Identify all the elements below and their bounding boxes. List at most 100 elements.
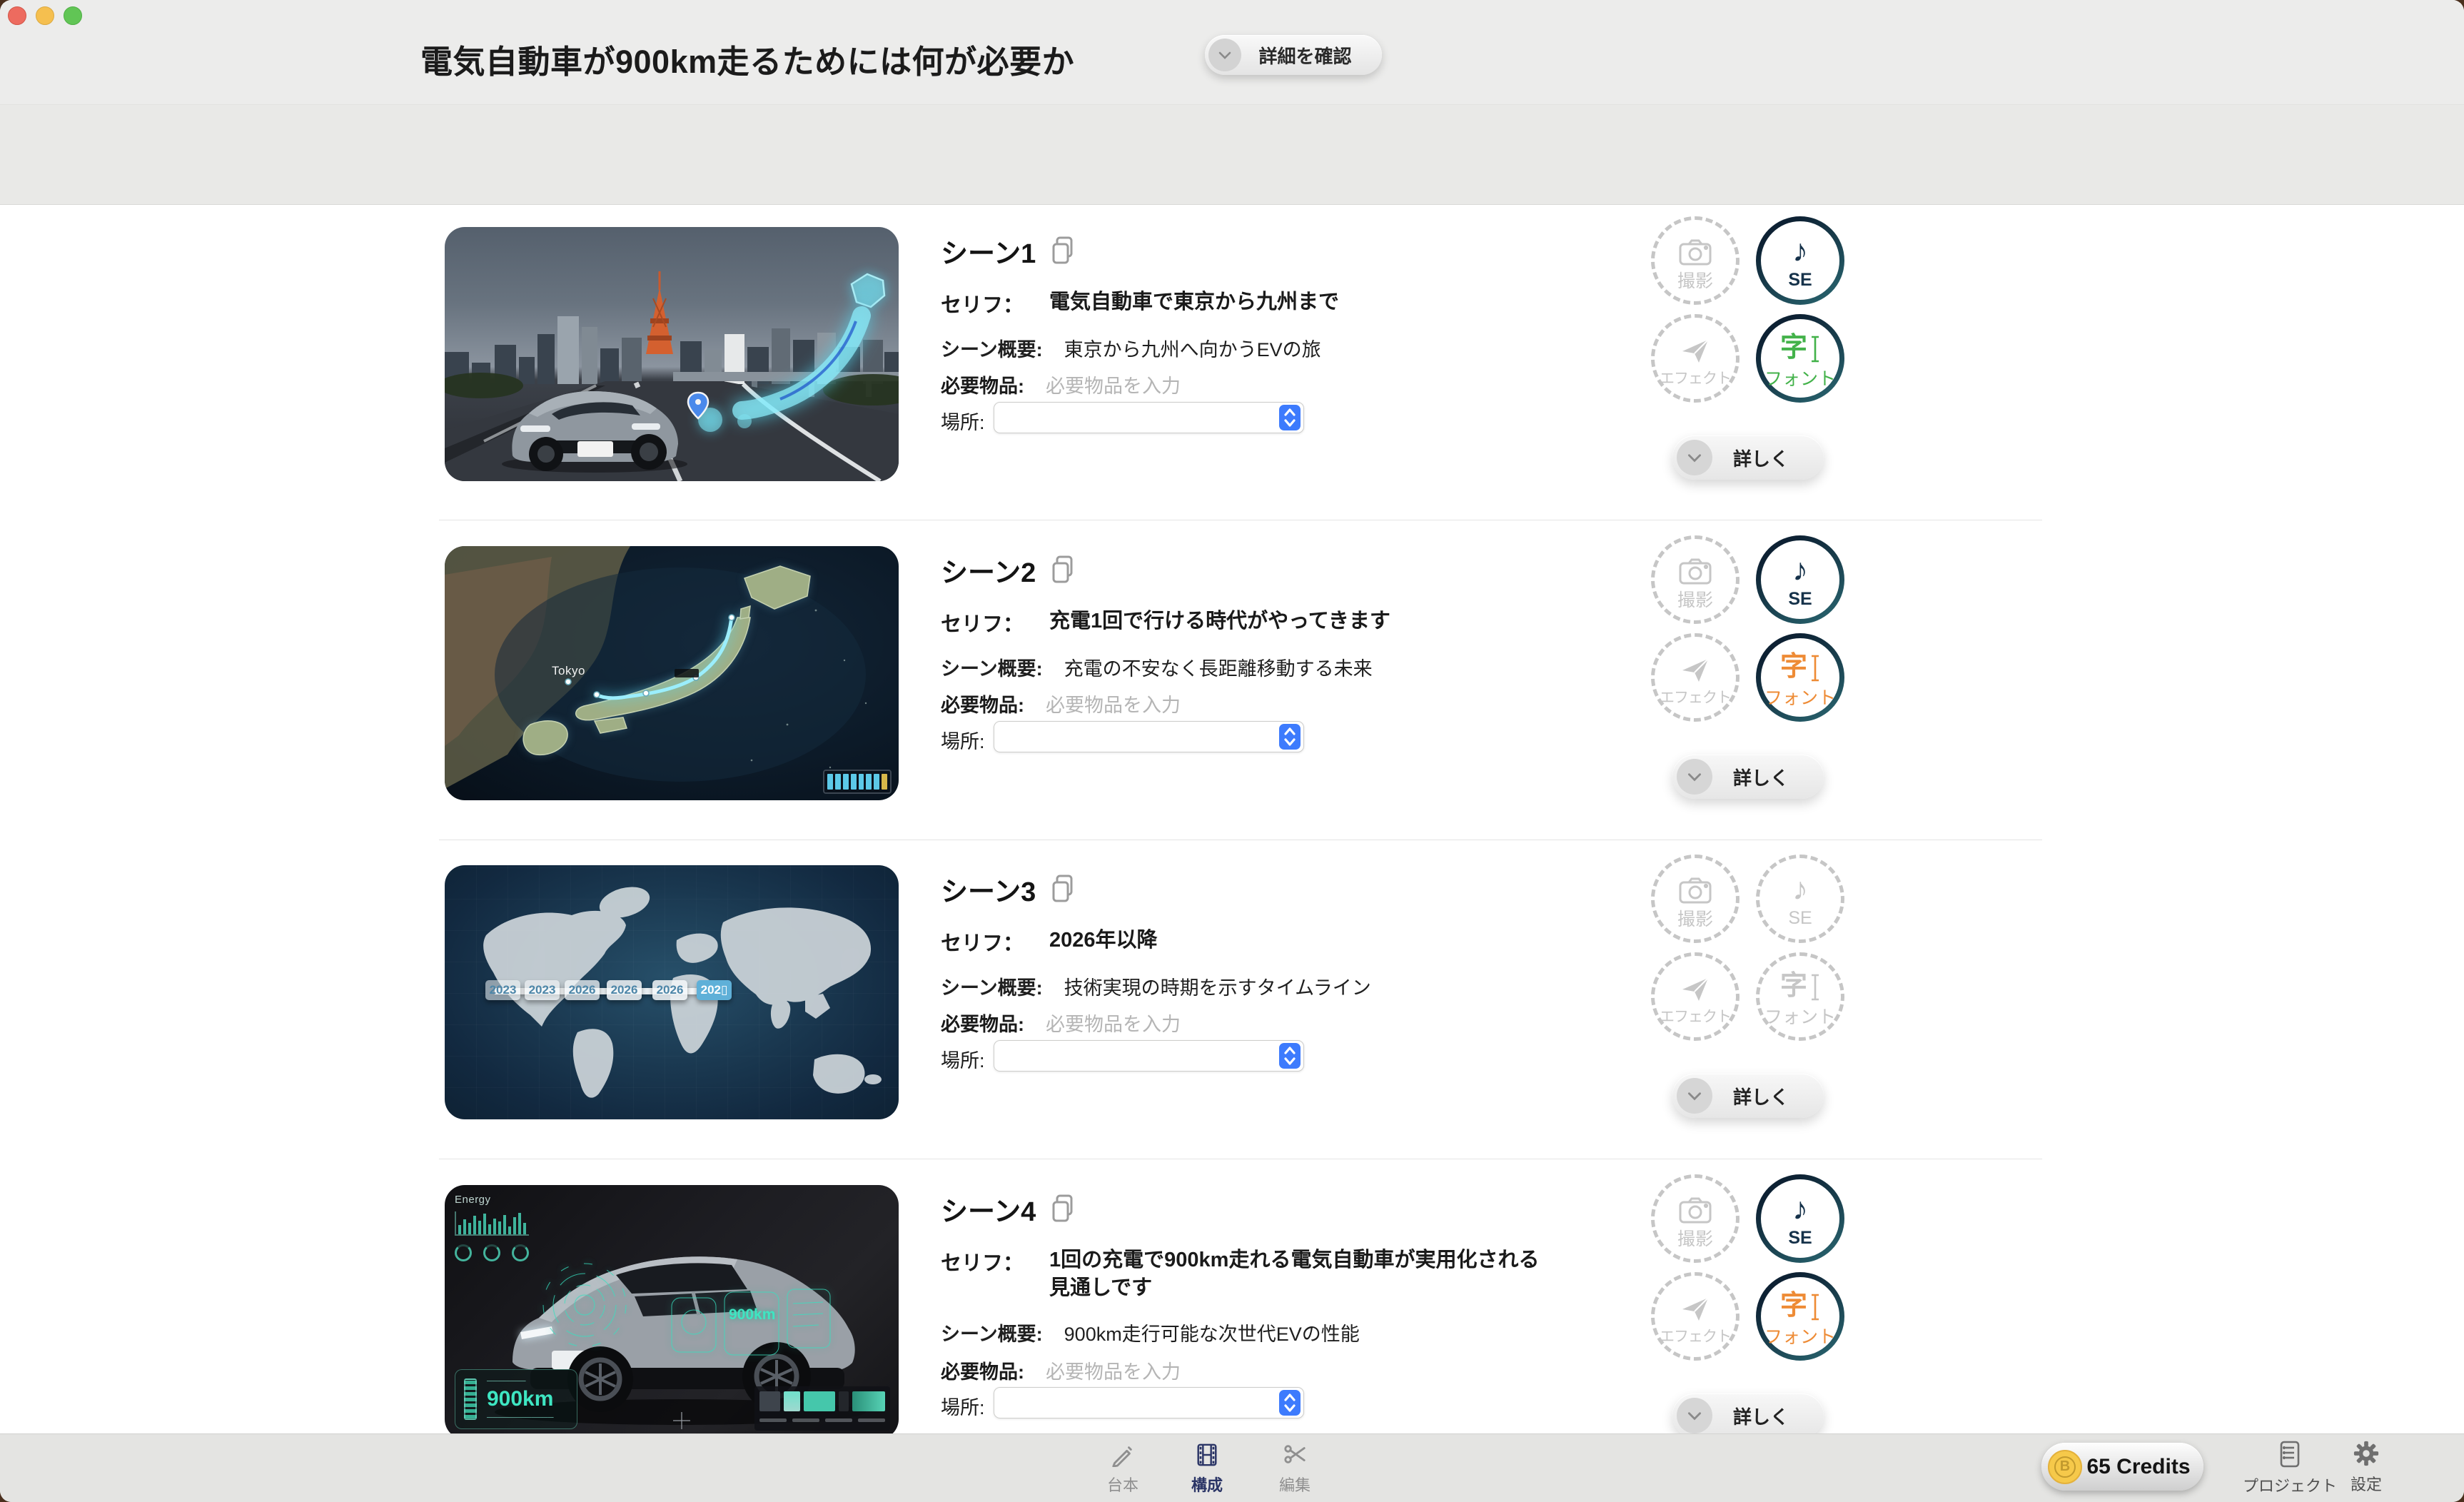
shoot-button[interactable]: 撮影 bbox=[1651, 1174, 1740, 1263]
se-button[interactable]: ♪ SE bbox=[1756, 535, 1844, 624]
shoot-label: 撮影 bbox=[1677, 590, 1713, 610]
effect-button[interactable]: エフェクト bbox=[1651, 633, 1740, 722]
select-stepper-icon bbox=[1279, 1390, 1301, 1416]
overview-text: 充電の不安なく長距離移動する未来 bbox=[1064, 658, 1373, 680]
range-value: 900km bbox=[487, 1387, 554, 1411]
overview-text: 900km走行可能な次世代EVの性能 bbox=[1064, 1324, 1360, 1345]
items-input[interactable]: 必要物品を入力 bbox=[1046, 690, 1181, 717]
tab-composition-label: 構成 bbox=[1191, 1476, 1223, 1494]
year-badge: 2023 bbox=[485, 980, 520, 1000]
shoot-button[interactable]: 撮影 bbox=[1651, 535, 1740, 624]
paper-plane-icon bbox=[1680, 967, 1710, 1004]
serif-label: セリフ： bbox=[941, 932, 1024, 955]
scene-3-thumbnail[interactable]: 2023 2023 2026 2026 2026 202▯ bbox=[445, 865, 899, 1119]
location-select[interactable] bbox=[994, 402, 1304, 433]
minimize-window-button[interactable] bbox=[36, 6, 54, 25]
effect-label: エフェクト bbox=[1660, 1009, 1732, 1025]
copy-icon[interactable] bbox=[1050, 874, 1076, 907]
film-icon bbox=[1195, 1443, 1219, 1470]
items-label: 必要物品: bbox=[941, 695, 1024, 716]
year-badge: 2026 bbox=[565, 980, 600, 1000]
close-window-button[interactable] bbox=[8, 6, 26, 25]
bottom-bar: 台本 構成 編集 B 65 Credits プロジェクト 設定 bbox=[0, 1433, 2464, 1502]
items-input[interactable]: 必要物品を入力 bbox=[1046, 1356, 1181, 1384]
scene-details-label: 詳しく bbox=[1732, 767, 1789, 789]
scene-details-button[interactable]: 詳しく bbox=[1672, 755, 1824, 799]
font-label: フォント bbox=[1764, 1327, 1836, 1347]
font-label: フォント bbox=[1764, 1007, 1836, 1027]
scene-1-thumbnail[interactable] bbox=[445, 227, 899, 481]
pencil-icon bbox=[1111, 1446, 1135, 1470]
scene-card-2: Tokyo シーン2 セリフ： 充電1回で行ける時代がやってきます シーン概要: 充… bbox=[0, 535, 2464, 853]
tab-edit[interactable]: 編集 bbox=[1279, 1443, 1311, 1496]
scene-4-thumbnail[interactable]: Energy 900km ─────── 900km ──────────── bbox=[445, 1185, 899, 1433]
details-confirm-button[interactable]: 詳細を確認 bbox=[1205, 35, 1382, 75]
font-glyph-icon: 字 bbox=[1780, 1284, 1820, 1321]
tab-composition[interactable]: 構成 bbox=[1191, 1443, 1223, 1496]
tab-edit-label: 編集 bbox=[1278, 1476, 1311, 1494]
location-label: 場所: bbox=[941, 1050, 985, 1072]
items-label: 必要物品: bbox=[941, 376, 1024, 397]
year-badge-highlighted: 202▯ bbox=[697, 980, 732, 1000]
font-button[interactable]: 字 フォント bbox=[1756, 633, 1844, 722]
copy-icon[interactable] bbox=[1050, 1194, 1076, 1227]
camera-icon bbox=[1679, 867, 1712, 904]
tab-script-label: 台本 bbox=[1106, 1476, 1139, 1494]
credits-button[interactable]: B 65 Credits bbox=[2041, 1443, 2203, 1491]
scene-card-4: Energy 900km ─────── 900km ──────────── bbox=[0, 1174, 2464, 1433]
items-input[interactable]: 必要物品を入力 bbox=[1046, 1009, 1181, 1037]
location-select[interactable] bbox=[994, 721, 1304, 752]
tab-script[interactable]: 台本 bbox=[1107, 1443, 1138, 1496]
music-note-icon: ♪ bbox=[1792, 871, 1808, 907]
copy-icon[interactable] bbox=[1050, 236, 1076, 269]
items-label: 必要物品: bbox=[941, 1014, 1024, 1035]
chevron-down-icon bbox=[1677, 440, 1712, 475]
camera-icon bbox=[1679, 228, 1712, 266]
scene-details-label: 詳しく bbox=[1732, 448, 1789, 470]
font-button[interactable]: 字 フォント bbox=[1756, 952, 1844, 1041]
project-button[interactable]: プロジェクト bbox=[2243, 1440, 2337, 1496]
se-label: SE bbox=[1788, 588, 1812, 609]
camera-icon bbox=[1679, 548, 1712, 585]
scene-title: シーン2 bbox=[941, 558, 1036, 588]
zoom-window-button[interactable] bbox=[64, 6, 82, 25]
copy-icon[interactable] bbox=[1050, 555, 1076, 588]
overview-label: シーン概要: bbox=[941, 977, 1043, 999]
scene-2-thumbnail[interactable]: Tokyo bbox=[445, 546, 899, 800]
overview-label: シーン概要: bbox=[941, 658, 1043, 680]
scene-title: シーン1 bbox=[941, 239, 1036, 269]
music-note-icon: ♪ bbox=[1792, 1191, 1808, 1226]
font-button[interactable]: 字 フォント bbox=[1756, 314, 1844, 403]
scene-details-button[interactable]: 詳しく bbox=[1672, 435, 1824, 480]
scene-details-label: 詳しく bbox=[1732, 1086, 1789, 1108]
location-select[interactable] bbox=[994, 1040, 1304, 1072]
shoot-button[interactable]: 撮影 bbox=[1651, 216, 1740, 305]
font-glyph-icon: 字 bbox=[1780, 326, 1820, 363]
tokyo-tower bbox=[646, 271, 673, 354]
chevron-down-icon bbox=[1677, 1398, 1712, 1433]
effect-button[interactable]: エフェクト bbox=[1651, 1272, 1740, 1361]
font-button[interactable]: 字 フォント bbox=[1756, 1272, 1844, 1361]
effect-button[interactable]: エフェクト bbox=[1651, 952, 1740, 1041]
se-button[interactable]: ♪ SE bbox=[1756, 855, 1844, 943]
se-button[interactable]: ♪ SE bbox=[1756, 1174, 1844, 1263]
se-button[interactable]: ♪ SE bbox=[1756, 216, 1844, 305]
serif-text: 1回の充電で900km走れる電気自動車が実用化される見通しです bbox=[1049, 1249, 1540, 1300]
effect-button[interactable]: エフェクト bbox=[1651, 314, 1740, 403]
location-label: 場所: bbox=[941, 1397, 985, 1418]
shoot-button[interactable]: 撮影 bbox=[1651, 855, 1740, 943]
paper-plane-icon bbox=[1680, 328, 1710, 366]
paper-plane-icon bbox=[1680, 1286, 1710, 1324]
location-select[interactable] bbox=[994, 1387, 1304, 1418]
music-note-icon: ♪ bbox=[1792, 552, 1808, 588]
overview-label: シーン概要: bbox=[941, 1324, 1043, 1345]
settings-button[interactable]: 設定 bbox=[2351, 1440, 2382, 1495]
scene-details-button[interactable]: 詳しく bbox=[1672, 1074, 1824, 1118]
serif-label: セリフ： bbox=[941, 1252, 1024, 1275]
overview-label: シーン概要: bbox=[941, 339, 1043, 361]
scene-card-1: シーン1 セリフ： 電気自動車で東京から九州まで シーン概要: 東京から九州へ向かう… bbox=[0, 216, 2464, 534]
chevron-down-icon bbox=[1208, 39, 1241, 71]
location-label: 場所: bbox=[941, 412, 985, 433]
scene-details-button[interactable]: 詳しく bbox=[1672, 1393, 1824, 1433]
items-input[interactable]: 必要物品を入力 bbox=[1046, 371, 1181, 398]
